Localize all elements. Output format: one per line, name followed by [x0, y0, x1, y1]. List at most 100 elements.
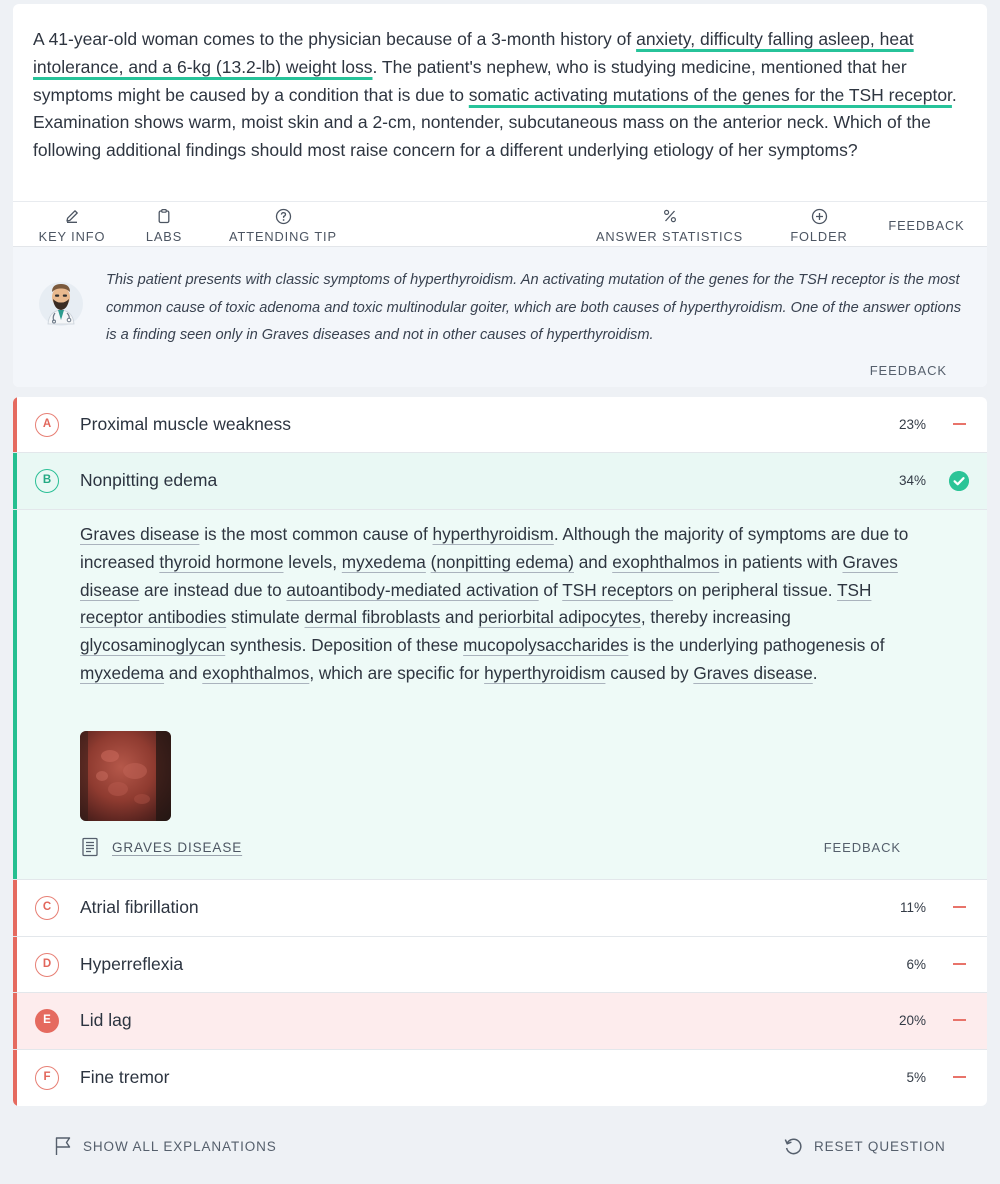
- explanation-text-segment: synthesis. Deposition of these: [225, 635, 464, 656]
- correct-stripe: [13, 510, 17, 879]
- term-link[interactable]: autoantibody-mediated activation: [286, 580, 538, 600]
- question-circle-icon: [275, 208, 291, 225]
- tab-label: ATTENDING TIP: [229, 229, 337, 244]
- term-link[interactable]: mucopolysaccharides: [463, 635, 628, 655]
- term-link[interactable]: hyperthyroidism: [433, 524, 554, 544]
- explanation-text-segment: is the underlying pathogenesis of: [628, 635, 885, 656]
- tab-label: KEY INFO: [38, 229, 106, 244]
- tab-answer-statistics[interactable]: ANSWER STATISTICS: [573, 202, 766, 250]
- option-letter: D: [35, 953, 59, 977]
- show-all-label: SHOW ALL EXPLANATIONS: [83, 1138, 277, 1154]
- tab-attending-tip[interactable]: ATTENDING TIP: [204, 202, 362, 250]
- tab-labs[interactable]: LABS: [133, 202, 195, 250]
- term-link[interactable]: exophthalmos: [612, 552, 719, 572]
- option-percent: 6%: [906, 957, 926, 972]
- tab-folder[interactable]: FOLDER: [775, 202, 863, 248]
- option-letter: C: [35, 896, 59, 920]
- tip-feedback-button[interactable]: FEEDBACK: [870, 363, 947, 378]
- article-icon: [82, 837, 98, 857]
- article-link-graves-disease[interactable]: GRAVES DISEASE: [80, 837, 242, 857]
- incorrect-stripe: [13, 1050, 17, 1106]
- option-percent: 5%: [906, 1070, 926, 1085]
- explanation-text-segment: is the most common cause of: [199, 524, 433, 544]
- tab-label: FEEDBACK: [888, 218, 965, 233]
- tab-label: LABS: [145, 229, 183, 244]
- answer-options-card: A Proximal muscle weakness 23% B Nonpitt…: [13, 397, 987, 1106]
- attending-tip-text: This patient presents with classic sympt…: [106, 272, 962, 343]
- incorrect-dash-icon: [953, 906, 966, 908]
- term-link[interactable]: glycosaminoglycan: [80, 635, 225, 655]
- pencil-icon: [66, 210, 78, 223]
- attending-tip-panel: This patient presents with classic sympt…: [13, 247, 987, 387]
- explanation-text-segment: on peripheral tissue.: [673, 579, 838, 600]
- incorrect-stripe: [13, 397, 17, 452]
- tab-bar: KEY INFO LABS ATTENDING TIP ANSWER STATI…: [13, 201, 987, 250]
- stem-text: A 41-year-old woman comes to the physici…: [33, 29, 637, 49]
- option-letter: F: [35, 1066, 59, 1090]
- term-link[interactable]: myxedema: [80, 663, 164, 683]
- skin-lesion-image: [80, 731, 171, 821]
- explanation-text-segment: caused by: [605, 662, 694, 683]
- show-all-explanations-button[interactable]: SHOW ALL EXPLANATIONS: [53, 1136, 277, 1156]
- incorrect-stripe: [13, 993, 17, 1049]
- doctor-avatar-icon: [39, 282, 83, 326]
- answer-option-c[interactable]: C Atrial fibrillation 11%: [13, 880, 987, 937]
- incorrect-dash-icon: [953, 423, 966, 425]
- plus-circle-icon: [811, 208, 827, 225]
- tab-key-info[interactable]: KEY INFO: [20, 202, 124, 250]
- term-link[interactable]: Graves disease: [80, 524, 199, 544]
- option-text: Fine tremor: [80, 1067, 170, 1087]
- option-text: Lid lag: [80, 1010, 132, 1030]
- option-text: Atrial fibrillation: [80, 897, 199, 917]
- answer-option-d[interactable]: D Hyperreflexia 6%: [13, 937, 987, 993]
- explanation-text-segment: and: [440, 607, 479, 628]
- term-link[interactable]: dermal fibroblasts: [305, 607, 441, 627]
- option-percent: 34%: [898, 473, 926, 488]
- option-letter: B: [35, 469, 59, 493]
- explanation-text-segment: and: [164, 662, 203, 683]
- option-text: Nonpitting edema: [80, 470, 218, 490]
- reset-icon: [784, 1138, 802, 1154]
- flag-icon: [55, 1137, 71, 1155]
- option-percent: 20%: [898, 1013, 926, 1028]
- clipboard-icon: [158, 209, 170, 224]
- option-text: Hyperreflexia: [80, 954, 184, 974]
- term-link[interactable]: myxedema: [342, 552, 426, 572]
- tab-feedback[interactable]: FEEDBACK: [878, 202, 975, 248]
- correct-stripe: [13, 453, 17, 509]
- term-link[interactable]: thyroid hormone: [159, 552, 283, 572]
- term-link[interactable]: hyperthyroidism: [484, 663, 605, 683]
- incorrect-stripe: [13, 937, 17, 992]
- explanation-image[interactable]: [80, 731, 171, 821]
- incorrect-dash-icon: [953, 1019, 966, 1021]
- incorrect-stripe: [13, 880, 17, 936]
- option-text: Proximal muscle weakness: [80, 414, 292, 434]
- explanation-text-segment: , thereby increasing: [640, 607, 791, 628]
- answer-option-f[interactable]: F Fine tremor 5%: [13, 1050, 987, 1106]
- explanation-text-segment: of: [538, 579, 563, 600]
- term-link[interactable]: (nonpitting edema): [431, 552, 574, 572]
- term-link[interactable]: Graves disease: [693, 663, 812, 683]
- incorrect-dash-icon: [953, 1076, 966, 1078]
- percent-icon: [663, 209, 676, 223]
- question-stem: A 41-year-old woman comes to the physici…: [33, 26, 968, 165]
- reset-question-button[interactable]: RESET QUESTION: [783, 1136, 946, 1156]
- answer-option-a[interactable]: A Proximal muscle weakness 23%: [13, 397, 987, 453]
- option-percent: 23%: [898, 417, 926, 432]
- explanation-feedback-button[interactable]: FEEDBACK: [824, 840, 901, 855]
- article-link-label: GRAVES DISEASE: [112, 839, 243, 855]
- explanation-text-segment: in patients with: [719, 551, 843, 572]
- tab-label: ANSWER STATISTICS: [595, 229, 744, 244]
- term-link[interactable]: exophthalmos: [202, 663, 309, 683]
- term-link[interactable]: periorbital adipocytes: [478, 607, 640, 627]
- reset-label: RESET QUESTION: [814, 1138, 946, 1154]
- question-card: A 41-year-old woman comes to the physici…: [13, 4, 987, 387]
- explanation-text-segment: are instead due to: [139, 579, 287, 600]
- option-percent: 11%: [899, 900, 926, 915]
- answer-option-e[interactable]: E Lid lag 20%: [13, 993, 987, 1050]
- term-link[interactable]: TSH receptors: [562, 580, 673, 600]
- explanation-text-segment: stimulate: [226, 607, 305, 628]
- incorrect-dash-icon: [953, 963, 966, 965]
- answer-option-b[interactable]: B Nonpitting edema 34%: [13, 453, 987, 510]
- tab-label: FOLDER: [790, 229, 848, 244]
